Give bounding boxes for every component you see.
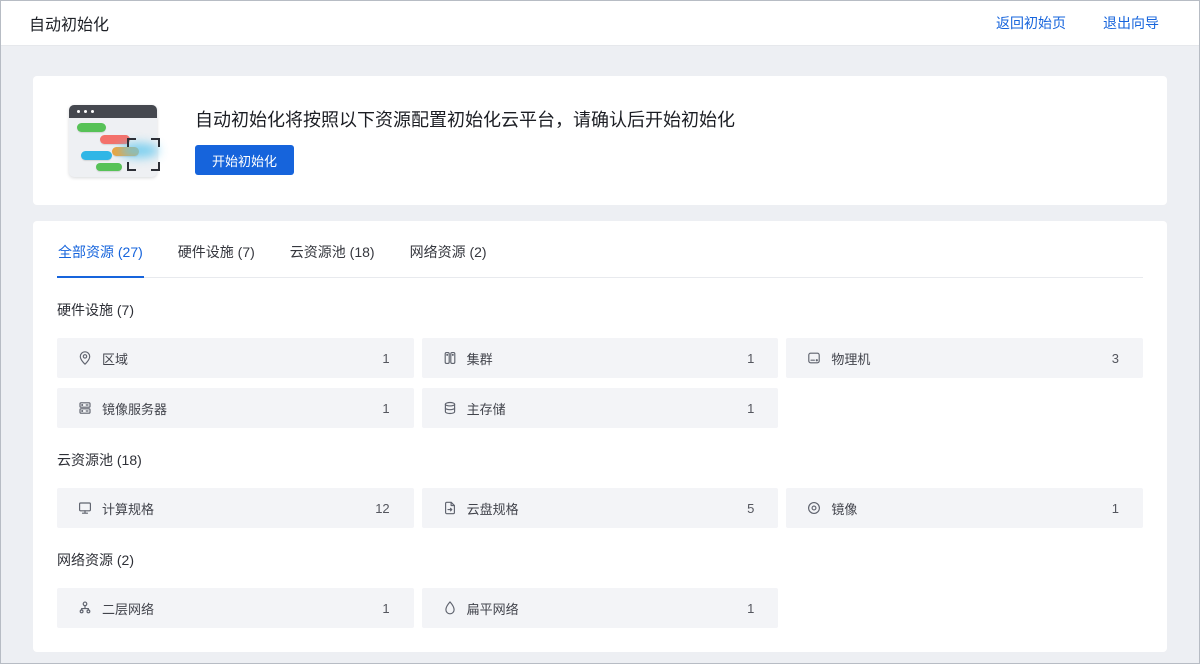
resource-item-zone: 区域 1 (57, 338, 414, 378)
resource-item-label: 主存储 (467, 399, 506, 418)
resource-item-count: 1 (382, 401, 389, 416)
tab-network-resources[interactable]: 网络资源 (2) (409, 221, 488, 278)
section-hardware-facilities: 硬件设施 (7) 区域 1 集群 1 (57, 300, 1143, 428)
section-title: 云资源池 (18) (57, 450, 1143, 470)
disk-spec-icon (442, 500, 458, 516)
start-initialization-button[interactable]: 开始初始化 (195, 145, 294, 175)
resource-item-count: 1 (382, 351, 389, 366)
physical-machine-icon (806, 350, 822, 366)
resource-item-cluster: 集群 1 (422, 338, 779, 378)
resource-item-disk-spec: 云盘规格 5 (422, 488, 779, 528)
window-titlebar-graphic (69, 105, 157, 118)
tab-all-resources[interactable]: 全部资源 (27) (57, 221, 144, 278)
resource-item-label: 二层网络 (102, 599, 154, 618)
main-content: 自动初始化将按照以下资源配置初始化云平台，请确认后开始初始化 开始初始化 全部资… (1, 46, 1199, 652)
tab-hardware-facilities[interactable]: 硬件设施 (7) (177, 221, 256, 278)
primary-storage-icon (442, 400, 458, 416)
back-to-start-link[interactable]: 返回初始页 (996, 13, 1066, 33)
focus-bracket-graphic (127, 138, 160, 171)
resource-tabs: 全部资源 (27) 硬件设施 (7) 云资源池 (18) 网络资源 (2) (57, 221, 1143, 278)
section-network-resources: 网络资源 (2) 二层网络 1 扁平网络 1 (57, 550, 1143, 628)
resource-item-label: 镜像 (831, 499, 857, 518)
section-title: 硬件设施 (7) (57, 300, 1143, 320)
zone-icon (77, 350, 93, 366)
header-links: 返回初始页 退出向导 (996, 13, 1159, 33)
resource-item-label: 物理机 (831, 349, 870, 368)
resource-grid: 二层网络 1 扁平网络 1 (57, 588, 1143, 628)
resource-item-physical-machine: 物理机 3 (786, 338, 1143, 378)
resource-item-count: 12 (375, 501, 389, 516)
resource-item-label: 扁平网络 (467, 599, 519, 618)
hero-description: 自动初始化将按照以下资源配置初始化云平台，请确认后开始初始化 (195, 106, 735, 132)
image-icon (806, 500, 822, 516)
compute-spec-icon (77, 500, 93, 516)
hero-card: 自动初始化将按照以下资源配置初始化云平台，请确认后开始初始化 开始初始化 (33, 76, 1167, 205)
exit-wizard-link[interactable]: 退出向导 (1103, 13, 1159, 33)
l2-network-icon (77, 600, 93, 616)
resource-item-flat-network: 扁平网络 1 (422, 588, 779, 628)
resource-grid: 计算规格 12 云盘规格 5 镜像 (57, 488, 1143, 528)
resource-item-label: 镜像服务器 (102, 399, 167, 418)
hero-text: 自动初始化将按照以下资源配置初始化云平台，请确认后开始初始化 开始初始化 (195, 106, 735, 175)
page-title: 自动初始化 (29, 11, 109, 35)
resource-item-count: 1 (382, 601, 389, 616)
resource-item-count: 1 (747, 601, 754, 616)
flat-network-icon (442, 600, 458, 616)
page-header: 自动初始化 返回初始页 退出向导 (1, 1, 1199, 46)
image-server-icon (77, 400, 93, 416)
tab-cloud-resource-pool[interactable]: 云资源池 (18) (289, 221, 376, 278)
page: 自动初始化 返回初始页 退出向导 (0, 0, 1200, 664)
resource-item-count: 1 (747, 351, 754, 366)
resource-item-count: 1 (1112, 501, 1119, 516)
resource-item-count: 1 (747, 401, 754, 416)
resource-item-primary-storage: 主存储 1 (422, 388, 779, 428)
resource-item-label: 区域 (102, 349, 128, 368)
resource-item-l2-network: 二层网络 1 (57, 588, 414, 628)
resource-item-label: 计算规格 (102, 499, 154, 518)
initialization-illustration (69, 105, 161, 177)
resource-item-image-server: 镜像服务器 1 (57, 388, 414, 428)
resource-item-count: 3 (1112, 351, 1119, 366)
resource-item-image: 镜像 1 (786, 488, 1143, 528)
resource-grid: 区域 1 集群 1 物理机 (57, 338, 1143, 428)
resource-item-label: 云盘规格 (467, 499, 519, 518)
cluster-icon (442, 350, 458, 366)
section-title: 网络资源 (2) (57, 550, 1143, 570)
resources-card: 全部资源 (27) 硬件设施 (7) 云资源池 (18) 网络资源 (2) 硬件… (33, 221, 1167, 652)
section-cloud-resource-pool: 云资源池 (18) 计算规格 12 云盘规格 5 (57, 450, 1143, 528)
resource-item-label: 集群 (467, 349, 493, 368)
resource-item-compute-spec: 计算规格 12 (57, 488, 414, 528)
resource-item-count: 5 (747, 501, 754, 516)
